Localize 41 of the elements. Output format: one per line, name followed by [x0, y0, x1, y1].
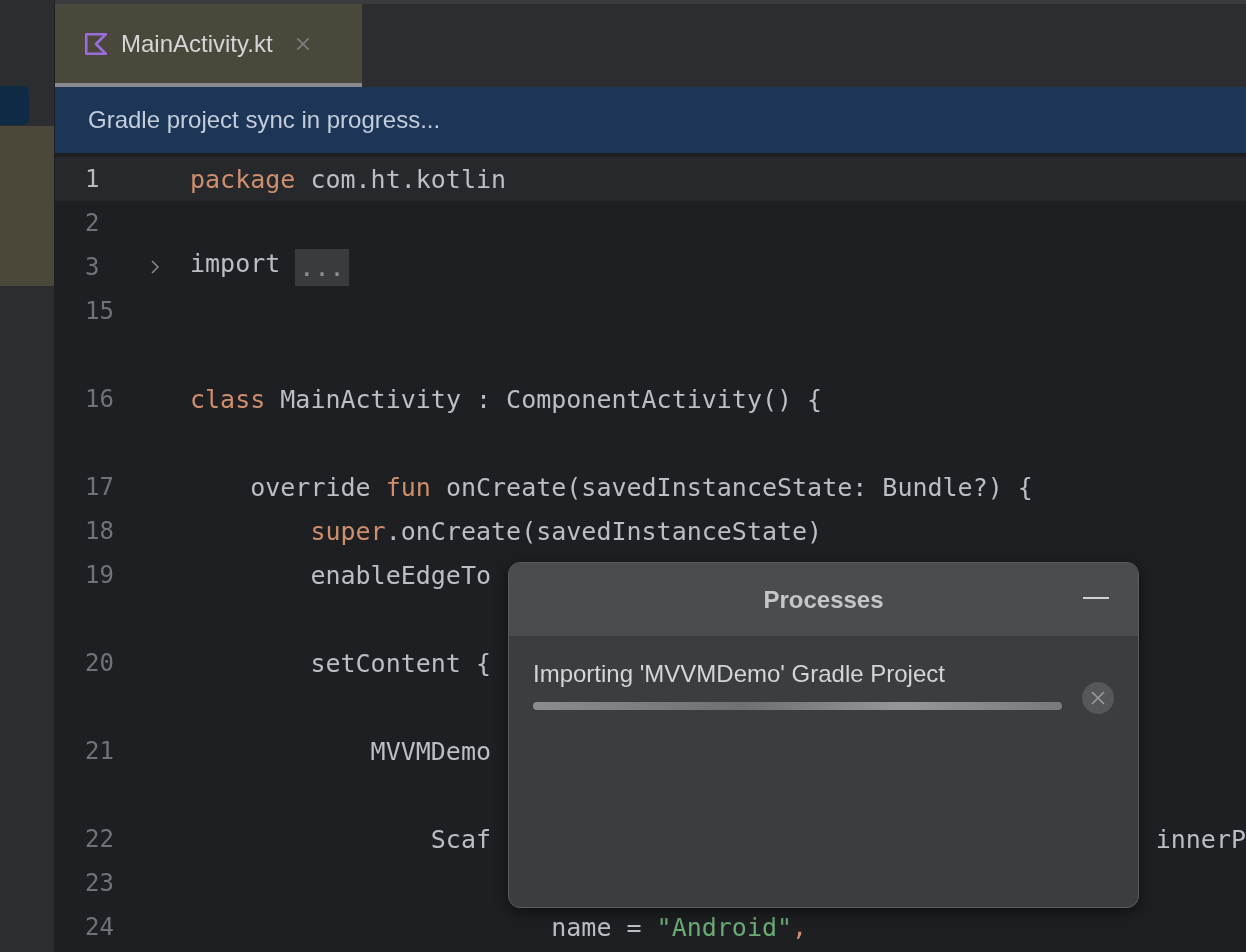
code-text: class	[190, 384, 266, 414]
line-number: 2	[84, 209, 101, 237]
code-text: com.ht.kotlin	[309, 164, 507, 194]
popup-title: Processes	[763, 585, 884, 614]
kotlin-file-icon	[83, 30, 109, 57]
cancel-icon[interactable]	[1082, 682, 1114, 714]
code-text: onCreate(savedInstanceState: Bundle?) {	[444, 472, 1033, 502]
code-text: import	[190, 248, 282, 280]
line-number: 24	[84, 913, 115, 941]
code-text: ,	[792, 912, 808, 942]
code-text: fun	[385, 472, 431, 502]
code-text: package	[190, 164, 296, 194]
line-number: 22	[84, 825, 115, 853]
line-number: 21	[84, 737, 115, 765]
line-number: 18	[84, 517, 115, 545]
code-text: name =	[550, 912, 643, 942]
line-number: 20	[84, 649, 115, 677]
selected-item-highlight	[0, 86, 29, 125]
banner-text: Gradle project sync in progress...	[88, 106, 441, 134]
chevron-icon[interactable]	[150, 260, 160, 274]
line-number: 19	[84, 561, 115, 589]
code-text: innerP	[1155, 824, 1246, 854]
line-number: 17	[84, 473, 115, 501]
code-text: enableEdgeTo	[309, 560, 492, 590]
line-number: 15	[84, 297, 115, 325]
code-text: Scaf	[429, 824, 492, 854]
file-tab[interactable]: MainActivity.kt	[55, 4, 362, 87]
folded-code[interactable]: ...	[295, 248, 349, 286]
line-number: 1	[84, 165, 101, 193]
minimize-icon[interactable]	[1083, 597, 1109, 601]
line-number: 3	[84, 253, 101, 281]
line-number: 23	[84, 869, 115, 897]
code-text: MVVMDemo	[369, 736, 492, 766]
code-text: MainActivity : ComponentActivity() {	[279, 384, 823, 414]
code-text: super	[309, 516, 386, 546]
code-text: override	[249, 472, 372, 502]
code-text: setContent {	[309, 648, 492, 678]
code-text: "Android"	[656, 912, 793, 942]
code-text: .onCreate(savedInstanceState)	[385, 516, 823, 546]
process-name: Importing 'MVVMDemo' Gradle Project	[533, 660, 946, 688]
line-number: 16	[84, 385, 115, 413]
